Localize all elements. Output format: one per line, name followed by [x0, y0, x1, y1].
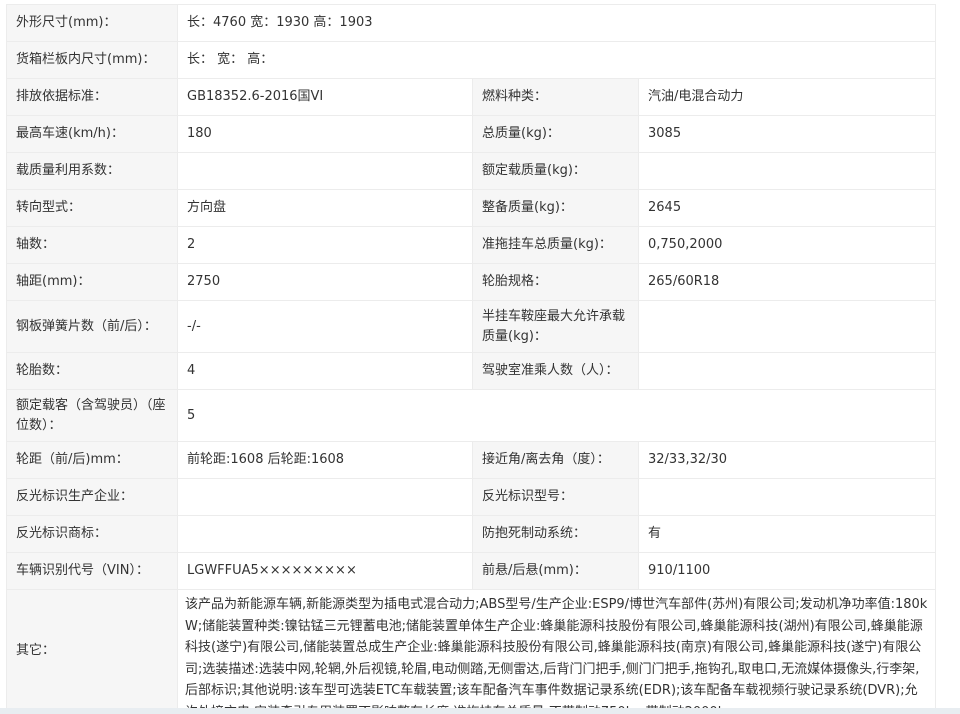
track-label: 轮距（前/后)mm： — [6, 441, 178, 479]
overall-size-label: 外形尺寸(mm)： — [6, 4, 178, 42]
table-row: 车辆识别代号（VIN）： LGWFFUA5××××××××× 前悬/后悬(mm)… — [6, 552, 937, 590]
other-value-cell: 该产品为新能源车辆,新能源类型为插电式混合动力;ABS型号/生产企业:ESP9/… — [176, 589, 937, 712]
load-coef-value — [177, 152, 473, 190]
table-row: 转向型式： 方向盘 整备质量(kg)： 2645 — [6, 189, 937, 227]
vehicle-spec-table: 外形尺寸(mm)： 长：4760 宽：1930 高：1903 货箱栏板内尺寸(m… — [6, 4, 937, 712]
max-speed-label: 最高车速(km/h)： — [6, 115, 178, 153]
table-row: 载质量利用系数： 额定载质量(kg)： — [6, 152, 937, 190]
table-row: 轮胎数： 4 驾驶室准乘人数（人）： — [6, 352, 937, 390]
passengers-label: 额定载客（含驾驶员）（座位数）： — [6, 389, 178, 442]
reflector-maker-value — [177, 478, 473, 516]
table-row: 反光标识商标： 防抱死制动系统： 有 — [6, 515, 937, 553]
steering-label: 转向型式： — [6, 189, 178, 227]
curb-mass-value: 2645 — [637, 189, 937, 227]
reflector-brand-value — [177, 515, 473, 553]
max-speed-value: 180 — [177, 115, 473, 153]
axles-label: 轴数： — [6, 226, 178, 264]
table-row: 额定载客（含驾驶员）（座位数）： 5 — [6, 389, 937, 442]
table-row: 最高车速(km/h)： 180 总质量(kg)： 3085 — [6, 115, 937, 153]
rated-load-value — [637, 152, 937, 190]
trailer-mass-value: 0,750,2000 — [637, 226, 937, 264]
rated-load-label: 额定载质量(kg)： — [472, 152, 639, 190]
steering-value: 方向盘 — [177, 189, 473, 227]
tires-label: 轮胎数： — [6, 352, 178, 390]
table-row: 货箱栏板内尺寸(mm)： 长： 宽： 高： — [6, 41, 937, 79]
track-value: 前轮距:1608 后轮距:1608 — [177, 441, 473, 479]
trailer-mass-label: 准拖挂车总质量(kg)： — [472, 226, 639, 264]
horizontal-scrollbar[interactable] — [0, 708, 960, 714]
load-coef-label: 载质量利用系数： — [6, 152, 178, 190]
other-label: 其它： — [6, 589, 178, 712]
wheelbase-label: 轴距(mm)： — [6, 263, 178, 301]
fuel-label: 燃料种类： — [472, 78, 639, 116]
angles-label: 接近角/离去角（度）： — [472, 441, 639, 479]
leaf-springs-value: -/- — [177, 300, 473, 353]
total-mass-label: 总质量(kg)： — [472, 115, 639, 153]
saddle-load-value — [637, 300, 937, 353]
reflector-maker-label: 反光标识生产企业： — [6, 478, 178, 516]
emission-value: GB18352.6-2016国VI — [177, 78, 473, 116]
tire-spec-label: 轮胎规格： — [472, 263, 639, 301]
abs-value: 有 — [637, 515, 937, 553]
other-value: 该产品为新能源车辆,新能源类型为插电式混合动力;ABS型号/生产企业:ESP9/… — [185, 597, 928, 709]
table-row: 钢板弹簧片数（前/后）： -/- 半挂车鞍座最大允许承载质量(kg)： — [6, 300, 937, 353]
angles-value: 32/33,32/30 — [637, 441, 937, 479]
reflector-model-value — [637, 478, 937, 516]
overhang-value: 910/1100 — [637, 552, 937, 590]
tire-spec-value: 265/60R18 — [637, 263, 937, 301]
overall-size-value: 长：4760 宽：1930 高：1903 — [176, 4, 937, 42]
abs-label: 防抱死制动系统： — [472, 515, 639, 553]
table-row: 轴数： 2 准拖挂车总质量(kg)： 0,750,2000 — [6, 226, 937, 264]
fuel-value: 汽油/电混合动力 — [637, 78, 937, 116]
table-row: 外形尺寸(mm)： 长：4760 宽：1930 高：1903 — [6, 4, 937, 42]
table-row: 排放依据标准： GB18352.6-2016国VI 燃料种类： 汽油/电混合动力 — [6, 78, 937, 116]
reflector-brand-label: 反光标识商标： — [6, 515, 178, 553]
table-row: 其它： 该产品为新能源车辆,新能源类型为插电式混合动力;ABS型号/生产企业:E… — [6, 589, 937, 712]
table-row: 反光标识生产企业： 反光标识型号： — [6, 478, 937, 516]
total-mass-value: 3085 — [637, 115, 937, 153]
vin-value: LGWFFUA5××××××××× — [177, 552, 473, 590]
overhang-label: 前悬/后悬(mm)： — [472, 552, 639, 590]
axles-value: 2 — [177, 226, 473, 264]
tires-value: 4 — [177, 352, 473, 390]
cargo-size-value: 长： 宽： 高： — [176, 41, 937, 79]
passengers-value: 5 — [176, 389, 937, 442]
cab-seats-value — [637, 352, 937, 390]
curb-mass-label: 整备质量(kg)： — [472, 189, 639, 227]
reflector-model-label: 反光标识型号： — [472, 478, 639, 516]
saddle-load-label: 半挂车鞍座最大允许承载质量(kg)： — [472, 300, 639, 353]
cab-seats-label: 驾驶室准乘人数（人）： — [472, 352, 639, 390]
leaf-springs-label: 钢板弹簧片数（前/后）： — [6, 300, 178, 353]
cargo-size-label: 货箱栏板内尺寸(mm)： — [6, 41, 178, 79]
table-row: 轴距(mm)： 2750 轮胎规格： 265/60R18 — [6, 263, 937, 301]
emission-label: 排放依据标准： — [6, 78, 178, 116]
vin-label: 车辆识别代号（VIN）： — [6, 552, 178, 590]
table-row: 轮距（前/后)mm： 前轮距:1608 后轮距:1608 接近角/离去角（度）：… — [6, 441, 937, 479]
wheelbase-value: 2750 — [177, 263, 473, 301]
